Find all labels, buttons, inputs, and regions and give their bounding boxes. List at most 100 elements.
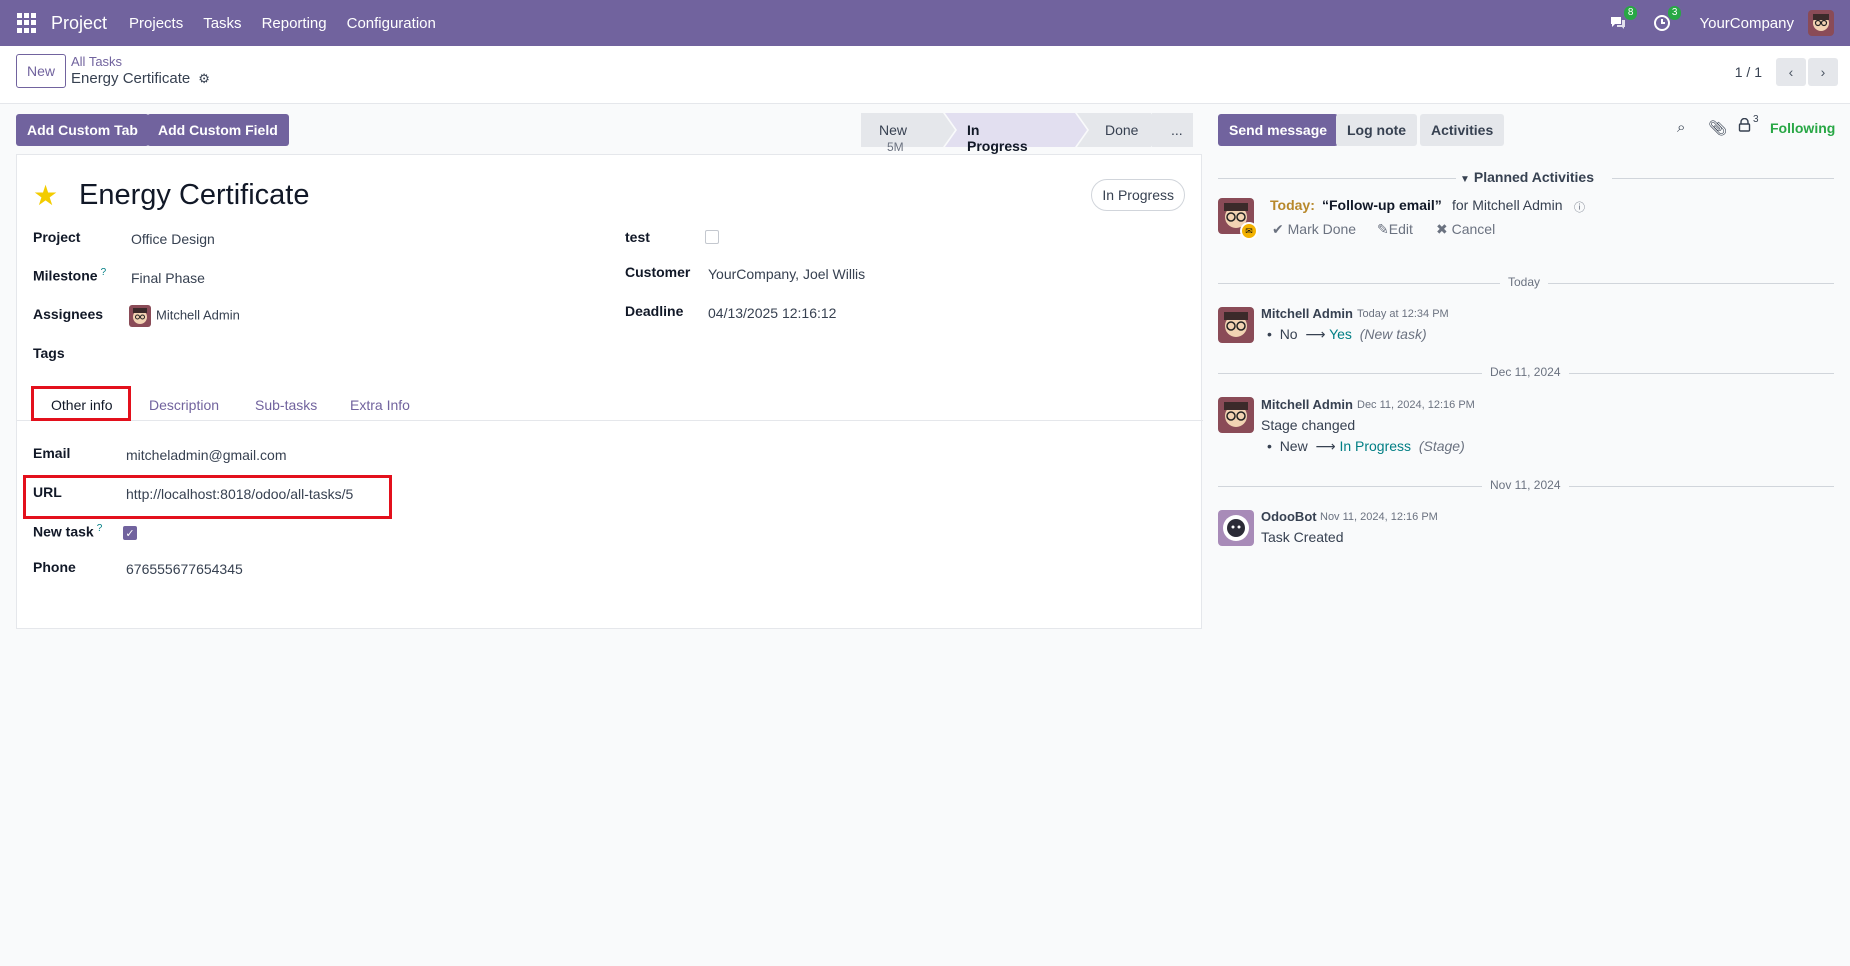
message-body: Stage changed [1261, 417, 1356, 433]
user-avatar[interactable] [1808, 10, 1834, 36]
stage-done-label: Done [1105, 122, 1139, 138]
activities-clock-icon[interactable]: 3 [1651, 6, 1682, 34]
message-avatar [1218, 397, 1254, 433]
activity-due-label: Today: [1270, 197, 1315, 213]
following-button[interactable]: Following [1770, 120, 1835, 136]
tracking-old-value: No [1279, 326, 1298, 342]
task-title[interactable]: Energy Certificate [79, 179, 310, 212]
search-icon[interactable]: ⌕ [1677, 119, 1685, 136]
apps-menu-icon[interactable] [17, 13, 37, 33]
customer-label: Customer [625, 264, 691, 280]
main-menu: Projects Tasks Reporting Configuration [129, 15, 456, 32]
milestone-help-icon[interactable]: ? [101, 267, 107, 278]
message-author[interactable]: OdooBot [1261, 509, 1317, 524]
mark-done-link[interactable]: ✔ Mark Done [1272, 221, 1356, 238]
stage-new[interactable]: New 5M [879, 122, 907, 154]
stage-new-duration: 5M [887, 140, 904, 154]
customer-field[interactable]: YourCompany, Joel Willis [708, 266, 865, 282]
arrow-right-icon: ⟶ [1305, 326, 1326, 342]
stage-more-label: ... [1171, 122, 1183, 138]
caret-down-icon: ▼ [1460, 174, 1470, 185]
company-switcher[interactable]: YourCompany [1699, 15, 1794, 32]
menu-projects[interactable]: Projects [129, 15, 183, 32]
milestone-label-text: Milestone [33, 267, 98, 284]
tab-extra-info[interactable]: Extra Info [350, 397, 410, 413]
message-date: Today at 12:34 PM [1357, 308, 1449, 320]
planned-divider-left [1218, 178, 1456, 179]
arrow-right-icon: ⟶ [1315, 438, 1336, 454]
times-icon: ✖ [1436, 221, 1452, 237]
send-message-button[interactable]: Send message [1218, 114, 1339, 146]
gear-icon[interactable]: ⚙ [198, 71, 210, 87]
message-date: Dec 11, 2024, 12:16 PM [1357, 399, 1475, 411]
phone-label: Phone [33, 559, 76, 575]
followers-icon[interactable]: 3 [1738, 114, 1759, 135]
followers-count: 3 [1753, 114, 1759, 125]
project-label: Project [33, 229, 81, 245]
message-date: Nov 11, 2024, 12:16 PM [1320, 511, 1438, 523]
milestone-label: Milestone? [33, 267, 106, 284]
pager-value[interactable]: 1 / 1 [1735, 64, 1762, 80]
messages-icon[interactable]: 8 [1607, 6, 1638, 34]
tracking-field-name: (New task) [1359, 326, 1427, 342]
mark-done-label: Mark Done [1287, 221, 1357, 237]
app-name[interactable]: Project [51, 13, 107, 34]
log-note-button[interactable]: Log note [1336, 114, 1418, 146]
odoobot-avatar [1218, 510, 1254, 546]
phone-field[interactable]: 676555677654345 [126, 561, 243, 577]
priority-star-icon[interactable]: ★ [33, 179, 58, 212]
milestone-field[interactable]: Final Phase [131, 270, 205, 286]
deadline-field[interactable]: 04/13/2025 12:16:12 [708, 305, 836, 321]
breadcrumb-all-tasks[interactable]: All Tasks [71, 54, 122, 69]
paperclip-icon[interactable]: 📎︎ [1708, 119, 1727, 137]
envelope-icon: ✉ [1240, 222, 1258, 240]
edit-activity-link[interactable]: ✎Edit [1377, 221, 1413, 238]
separator-nov-11: Nov 11, 2024 [1482, 478, 1569, 492]
message-author[interactable]: Mitchell Admin [1261, 306, 1353, 321]
stage-done[interactable]: Done [1105, 122, 1138, 138]
add-custom-field-button[interactable]: Add Custom Field [147, 114, 289, 146]
message-body: Task Created [1261, 529, 1344, 545]
edit-activity-label: Edit [1388, 221, 1413, 237]
tracking-field-name: (Stage) [1418, 438, 1465, 454]
planned-activities-title: Planned Activities [1473, 169, 1594, 185]
stage-new-label: New [879, 122, 908, 138]
breadcrumb-current: Energy Certificate ⚙ [71, 70, 210, 87]
assignee-name: Mitchell Admin [156, 307, 240, 323]
message-avatar [1218, 307, 1254, 343]
planned-activities-toggle[interactable]: ▼ Planned Activities [1460, 169, 1594, 185]
pager-next-icon[interactable]: › [1808, 58, 1838, 86]
task-status-badge[interactable]: In Progress [1091, 179, 1185, 211]
stage-more[interactable]: ... [1171, 122, 1183, 138]
new-task-label-text: New task [33, 523, 94, 540]
email-label: Email [33, 445, 71, 461]
tracking-line: • New ⟶ In Progress (Stage) [1267, 438, 1465, 454]
stage-in-progress-label: In Progress [967, 122, 1028, 154]
activity-summary: “Follow-up email” [1322, 197, 1442, 213]
highlight-other-info-tab [31, 386, 131, 421]
assignee-tag[interactable]: Mitchell Admin [129, 305, 240, 327]
assignees-label: Assignees [33, 306, 104, 322]
message-author[interactable]: Mitchell Admin [1261, 397, 1353, 412]
tags-label: Tags [33, 345, 65, 361]
test-checkbox[interactable] [705, 230, 719, 244]
email-field[interactable]: mitcheladmin@gmail.com [126, 447, 286, 463]
info-circle-icon[interactable]: ⓘ [1574, 199, 1585, 215]
cancel-activity-link[interactable]: ✖ Cancel [1436, 221, 1495, 238]
new-record-button[interactable]: New [16, 54, 67, 88]
assignee-avatar [129, 305, 151, 327]
tracking-new-value: In Progress [1339, 438, 1412, 454]
pager-previous-icon[interactable]: ‹ [1776, 58, 1806, 86]
project-field[interactable]: Office Design [131, 231, 215, 247]
tab-description[interactable]: Description [149, 397, 219, 413]
menu-reporting[interactable]: Reporting [262, 15, 327, 32]
menu-configuration[interactable]: Configuration [347, 15, 436, 32]
new-task-checkbox[interactable]: ✓ [123, 526, 137, 540]
tab-sub-tasks[interactable]: Sub-tasks [255, 397, 317, 413]
add-custom-tab-button[interactable]: Add Custom Tab [16, 114, 149, 146]
new-task-help-icon[interactable]: ? [97, 523, 103, 534]
menu-tasks[interactable]: Tasks [203, 15, 241, 32]
activities-button[interactable]: Activities [1420, 114, 1505, 146]
deadline-label: Deadline [625, 303, 684, 319]
control-panel: New All Tasks Energy Certificate ⚙ 1 / 1… [0, 46, 1850, 104]
